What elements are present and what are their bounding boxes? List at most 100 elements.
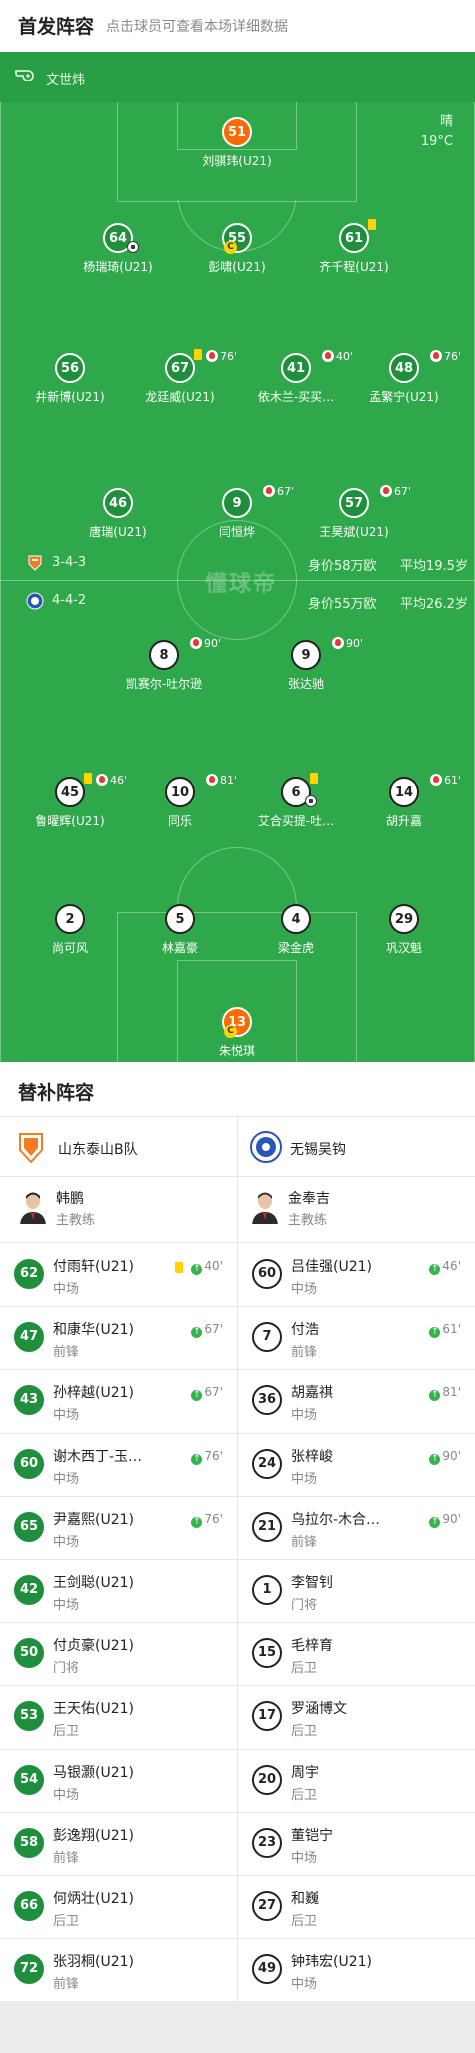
home-sub-row[interactable]: 66 何炳壮(U21) 后卫 xyxy=(0,1875,237,1938)
jersey-number: 46 xyxy=(103,488,133,518)
away-player-6[interactable]: 6 艾合买提-吐… xyxy=(236,773,356,829)
away-sub-row[interactable]: 15 毛梓育 后卫 xyxy=(238,1622,475,1685)
home-sub-row[interactable]: 72 张羽桐(U21) 前锋 xyxy=(0,1938,237,2001)
player-name: 王昊斌(U21) xyxy=(319,525,389,539)
yellow-card-icon xyxy=(368,219,376,230)
away-player-5[interactable]: 5 林嘉豪 xyxy=(120,904,240,956)
sub-in-arrow-icon: ↑ xyxy=(429,1327,441,1339)
sub-off-icon xyxy=(380,485,392,497)
home-player-57[interactable]: 57 67' 王昊斌(U21) xyxy=(294,485,414,540)
home-sub-row[interactable]: 43 孙梓越(U21) 中场 ↑ 67' xyxy=(0,1369,237,1432)
home-sub-row[interactable]: 54 马银灏(U21) 中场 xyxy=(0,1749,237,1812)
sub-player-name: 付雨轩(U21) xyxy=(53,1259,134,1275)
jersey-number: 10 xyxy=(165,777,195,807)
sub-player-name: 谢木西丁-玉… xyxy=(53,1448,143,1465)
sub-player-position: 中场 xyxy=(291,1471,318,1487)
sub-off-minute: 61' xyxy=(444,774,462,787)
home-player-56[interactable]: 56 井新博(U21) xyxy=(10,353,130,405)
goal-ball-icon xyxy=(127,241,139,253)
away-sub-row[interactable]: 21 乌拉尔-木合… 前锋 ↑ 90' xyxy=(238,1496,475,1559)
away-sub-row[interactable]: 36 胡嘉祺 中场 ↑ 81' xyxy=(238,1369,475,1432)
jersey-number: 21 xyxy=(252,1511,282,1542)
away-player-13[interactable]: 13 C 朱悦琪 xyxy=(177,1007,297,1059)
home-sub-row[interactable]: 60 谢木西丁-玉… 中场 ↑ 76' xyxy=(0,1433,237,1496)
sub-player-name: 何炳壮(U21) xyxy=(53,1891,134,1907)
sub-player-name: 李智钊 xyxy=(291,1575,333,1591)
home-player-41[interactable]: 41 40' 依木兰-买买… xyxy=(236,350,356,405)
home-player-48[interactable]: 48 76' 孟繁宁(U21) xyxy=(344,350,464,405)
player-name: 朱悦琪 xyxy=(218,1044,255,1058)
sub-in-indicator: ↑ 76' xyxy=(191,1449,223,1465)
player-name: 齐千程(U21) xyxy=(319,260,389,274)
home-coach-role: 主教练 xyxy=(56,1213,96,1228)
home-sub-row[interactable]: 47 和康华(U21) 前锋 ↑ 67' xyxy=(0,1306,237,1369)
sub-in-minute: 90' xyxy=(442,1511,461,1526)
sub-player-position: 中场 xyxy=(53,1787,80,1803)
player-name: 尚可风 xyxy=(51,941,88,955)
away-sub-row[interactable]: 20 周宇 后卫 xyxy=(238,1749,475,1812)
away-player-8[interactable]: 8 90' 凯赛尔-吐尔逊 xyxy=(104,637,224,692)
sub-player-position: 门将 xyxy=(53,1661,80,1677)
sub-player-position: 前锋 xyxy=(53,1977,80,1993)
footer-bar xyxy=(0,2002,475,2053)
sub-player-name: 钟玮宏(U21) xyxy=(291,1954,372,1971)
home-team-logo-icon xyxy=(28,555,42,571)
away-player-4[interactable]: 4 梁金虎 xyxy=(236,904,356,956)
jersey-number: 1 xyxy=(252,1575,282,1605)
away-player-45[interactable]: 45 46' 鲁曜辉(U21) xyxy=(10,773,130,829)
away-player-2[interactable]: 2 尚可风 xyxy=(10,904,130,956)
jersey-number: 36 xyxy=(252,1385,282,1416)
home-player-55[interactable]: 55 C 彭啸(U21) xyxy=(177,223,297,275)
sub-player-position: 中场 xyxy=(53,1408,80,1424)
home-player-64[interactable]: 64 杨瑞琦(U21) xyxy=(58,223,178,275)
away-player-29[interactable]: 29 巩汉魁 xyxy=(344,904,464,956)
sub-player-position: 中场 xyxy=(53,1471,80,1487)
weather-condition: 晴 xyxy=(439,114,453,129)
home-coach-avatar xyxy=(18,1188,48,1224)
sub-player-position: 前锋 xyxy=(291,1534,318,1550)
home-sub-row[interactable]: 42 王剑聪(U21) 中场 xyxy=(0,1559,237,1622)
home-sub-row[interactable]: 62 付雨轩(U21) 中场 ↑ 40' xyxy=(0,1243,237,1306)
home-sub-row[interactable]: 58 彭逸翔(U21) 前锋 xyxy=(0,1812,237,1875)
captain-badge-icon: C xyxy=(224,241,237,254)
away-player-10[interactable]: 10 81' 同乐 xyxy=(120,774,240,829)
yellow-card-icon xyxy=(175,1262,183,1273)
away-sub-row[interactable]: 17 罗涵博文 后卫 xyxy=(238,1685,475,1748)
jersey-number: 8 xyxy=(149,640,179,670)
home-player-67[interactable]: 67 76' 龙廷威(U21) xyxy=(120,349,240,405)
jersey-number: 56 xyxy=(55,353,85,383)
referee-row: 文世炜 xyxy=(0,52,475,102)
home-player-9[interactable]: 9 67' 闫恒烨 xyxy=(177,485,297,540)
sub-in-minute: 46' xyxy=(442,1259,461,1273)
sub-in-minute: 61' xyxy=(442,1322,461,1337)
jersey-number: 15 xyxy=(252,1638,282,1669)
away-sub-row[interactable]: 27 和巍 后卫 xyxy=(238,1875,475,1938)
home-team-info: 3-4-3 身价58万欧 平均19.5岁 xyxy=(0,552,475,574)
away-sub-row[interactable]: 1 李智钊 门将 xyxy=(238,1559,475,1622)
away-sub-row[interactable]: 23 董铠宁 中场 xyxy=(238,1812,475,1875)
jersey-number: 60 xyxy=(252,1259,282,1289)
pitch: 文世炜 晴 19°C 懂球帝 3-4-3 身价58万欧 平均19.5岁 4-4-… xyxy=(0,52,475,1062)
sub-off-indicator: 67' xyxy=(380,485,411,498)
away-sub-row[interactable]: 49 钟玮宏(U21) 中场 xyxy=(238,1938,475,2001)
sub-player-position: 后卫 xyxy=(291,1661,318,1677)
away-sub-row[interactable]: 7 付浩 前锋 ↑ 61' xyxy=(238,1306,475,1369)
home-player-51[interactable]: 51 刘骐玮(U21) xyxy=(177,117,297,169)
home-sub-row[interactable]: 50 付贞豪(U21) 门将 xyxy=(0,1622,237,1685)
sub-player-name: 胡嘉祺 xyxy=(291,1385,333,1402)
sub-player-name: 彭逸翔(U21) xyxy=(53,1827,134,1844)
home-sub-row[interactable]: 53 王天佑(U21) 后卫 xyxy=(0,1685,237,1748)
away-sub-row[interactable]: 60 吕佳强(U21) 中场 ↑ 46' xyxy=(238,1243,475,1306)
sub-in-minute: 76' xyxy=(204,1448,223,1463)
jersey-number: 29 xyxy=(389,904,419,934)
jersey-number: 45 xyxy=(55,777,85,807)
home-player-61[interactable]: 61 齐千程(U21) xyxy=(294,219,414,275)
away-player-9[interactable]: 9 90' 张达驰 xyxy=(246,637,366,692)
home-player-46[interactable]: 46 唐瑞(U21) xyxy=(58,488,178,540)
sub-off-indicator: 76' xyxy=(430,350,461,363)
header-hint: 点击球员可查看本场详细数据 xyxy=(106,19,288,35)
jersey-number: 20 xyxy=(252,1764,282,1795)
away-sub-row[interactable]: 24 张梓峻 中场 ↑ 90' xyxy=(238,1433,475,1496)
away-player-14[interactable]: 14 61' 胡升嘉 xyxy=(344,774,464,829)
home-sub-row[interactable]: 65 尹嘉熙(U21) 中场 ↑ 76' xyxy=(0,1496,237,1559)
